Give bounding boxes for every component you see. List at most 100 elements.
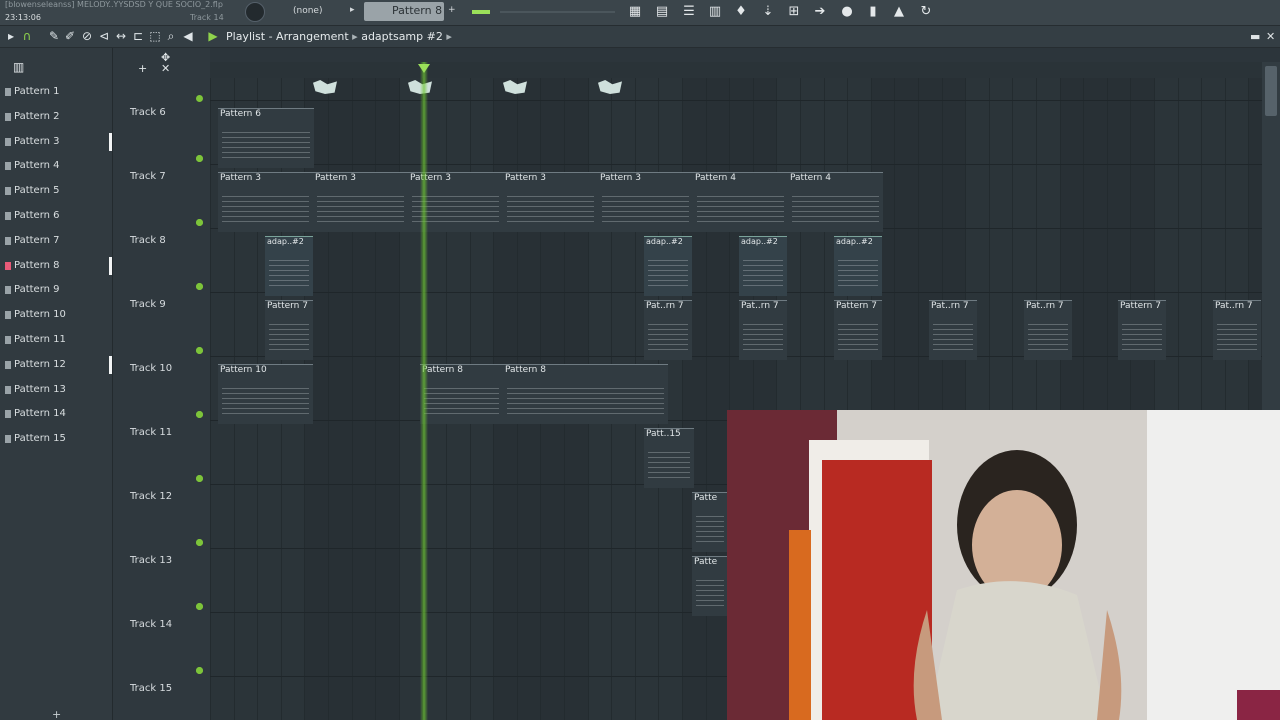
- playlist-clip[interactable]: Pat..rn 7: [644, 300, 692, 360]
- playlist-clip[interactable]: Patt..15: [644, 428, 694, 488]
- playlist-clip[interactable]: Pattern 3: [218, 172, 313, 232]
- playlist-clip[interactable]: Pattern 6: [218, 108, 314, 168]
- hat-icon[interactable]: ▲: [890, 3, 908, 21]
- playhead-marker-icon[interactable]: [418, 64, 430, 73]
- track-enable-icon[interactable]: [196, 411, 203, 418]
- track-enable-icon[interactable]: [196, 667, 203, 674]
- playlist-icon[interactable]: ▦: [626, 3, 644, 21]
- track-enable-icon[interactable]: [196, 155, 203, 162]
- playlist-clip[interactable]: Pattern 4: [788, 172, 883, 232]
- pattern-item[interactable]: Pattern 7: [2, 231, 110, 251]
- add-icon[interactable]: +: [138, 62, 147, 75]
- pattern-label: Pattern 1: [14, 86, 60, 97]
- pattern-item[interactable]: Pattern 4: [2, 156, 110, 176]
- arrow-right-icon[interactable]: ➔: [811, 3, 829, 21]
- playlist-clip[interactable]: Patte: [692, 556, 728, 616]
- playlist-clip[interactable]: Pattern 3: [503, 172, 598, 232]
- playlist-clip[interactable]: adap..#2: [265, 236, 313, 296]
- playlist-clip[interactable]: Pattern 7: [1118, 300, 1166, 360]
- slice-icon[interactable]: ⊏: [131, 29, 145, 43]
- playlist-clip[interactable]: Pattern 8: [420, 364, 503, 424]
- pencil-icon[interactable]: ✎: [47, 29, 61, 43]
- playlist-toolbar: ▸ ∩ ✎ ✐ ⊘ ⊲ ↔ ⊏ ⬚ ⌕ ◀ ▶ Playlist - Arran…: [0, 26, 1280, 48]
- playlist-clip[interactable]: Pattern 7: [834, 300, 882, 360]
- piano-roll-icon[interactable]: ▤: [653, 3, 671, 21]
- channel-rack-icon[interactable]: ▥: [706, 3, 724, 21]
- track-enable-icon[interactable]: [196, 283, 203, 290]
- pattern-item[interactable]: Pattern 9: [2, 280, 110, 300]
- delete-icon[interactable]: ⊘: [80, 29, 94, 43]
- track-enable-icon[interactable]: [196, 347, 203, 354]
- add-track-icon[interactable]: +: [52, 708, 61, 720]
- pattern-item[interactable]: Pattern 6: [2, 206, 110, 226]
- track-enable-icon[interactable]: [196, 95, 203, 102]
- picker-icon[interactable]: ▥: [13, 60, 24, 74]
- file-icon[interactable]: ▮: [864, 3, 882, 21]
- brush-icon[interactable]: ✐: [63, 29, 77, 43]
- minimize-icon[interactable]: ▬: [1250, 30, 1260, 43]
- fl-studio-window: { "window":{"title":"[blowenseleanss] ME…: [0, 0, 1280, 720]
- pattern-icon: [5, 286, 11, 295]
- play-icon[interactable]: ▶: [206, 29, 220, 43]
- close-icon[interactable]: ✕: [1266, 30, 1275, 43]
- move-icon[interactable]: ✥: [161, 51, 170, 64]
- playlist-clip[interactable]: Patte: [692, 492, 728, 552]
- pattern-label: Pattern 3: [14, 135, 60, 147]
- pattern-item[interactable]: Pattern 5: [2, 181, 110, 201]
- pattern-label: Pattern 9: [14, 284, 60, 296]
- pattern-item[interactable]: Pattern 15: [2, 429, 110, 449]
- vertical-scrollbar[interactable]: [1262, 62, 1280, 410]
- pattern-item[interactable]: Pattern 11: [2, 330, 110, 350]
- playhead[interactable]: [420, 62, 428, 720]
- preset-selector[interactable]: (none): [293, 6, 322, 16]
- pattern-item[interactable]: Pattern 14: [2, 404, 110, 424]
- playlist-clip[interactable]: Pattern 4: [693, 172, 788, 232]
- pattern-item[interactable]: Pattern 8: [2, 256, 112, 276]
- slip-icon[interactable]: ↔: [114, 29, 128, 43]
- playlist-clip[interactable]: Pattern 10: [218, 364, 313, 424]
- playlist-clip[interactable]: Pattern 8: [503, 364, 668, 424]
- pattern-item[interactable]: Pattern 10: [2, 305, 110, 325]
- playlist-clip[interactable]: Pat..rn 7: [929, 300, 977, 360]
- playlist-clip[interactable]: Pattern 3: [598, 172, 693, 232]
- refresh-icon[interactable]: ↻: [917, 3, 935, 21]
- playlist-clip[interactable]: Pattern 3: [313, 172, 408, 232]
- tempo-slider[interactable]: [472, 10, 490, 14]
- breadcrumb-clip[interactable]: adaptsamp #2: [361, 30, 443, 43]
- track-enable-icon[interactable]: [196, 603, 203, 610]
- playlist-clip[interactable]: Pat..rn 7: [739, 300, 787, 360]
- playlist-clip[interactable]: Pattern 7: [265, 300, 313, 360]
- tree-icon[interactable]: ⊞: [785, 3, 803, 21]
- pattern-item[interactable]: Pattern 2: [2, 107, 110, 127]
- mute-icon[interactable]: ⊲: [97, 29, 111, 43]
- plugin-icon[interactable]: ♦: [732, 3, 750, 21]
- playlist-clip[interactable]: adap..#2: [834, 236, 882, 296]
- arrow-icon[interactable]: ▸: [4, 29, 18, 43]
- play-arrow-icon[interactable]: ▸: [350, 5, 355, 15]
- microphone-icon[interactable]: ●: [838, 3, 856, 21]
- pattern-active-bar: [109, 355, 112, 374]
- pattern-item[interactable]: Pattern 13: [2, 380, 110, 400]
- zoom-icon[interactable]: ⌕: [164, 29, 178, 44]
- pattern-item[interactable]: Pattern 1: [2, 82, 110, 102]
- playlist-clip[interactable]: Pat..rn 7: [1213, 300, 1261, 360]
- select-icon[interactable]: ⬚: [148, 29, 162, 43]
- magnet-icon[interactable]: ∩: [20, 29, 34, 43]
- add-pattern-button[interactable]: +: [448, 5, 456, 15]
- track-enable-icon[interactable]: [196, 475, 203, 482]
- playlist-clip[interactable]: Pat..rn 7: [1024, 300, 1072, 360]
- track-enable-icon[interactable]: [196, 539, 203, 546]
- playlist-clip[interactable]: adap..#2: [739, 236, 787, 296]
- pattern-item[interactable]: Pattern 12: [2, 355, 112, 375]
- pattern-item[interactable]: Pattern 3: [2, 132, 112, 152]
- song-position-slider[interactable]: [500, 11, 615, 13]
- speaker-icon[interactable]: ◀: [181, 29, 195, 43]
- track-header[interactable]: Track 15: [130, 683, 210, 720]
- track-enable-icon[interactable]: [196, 219, 203, 226]
- playlist-clip[interactable]: adap..#2: [644, 236, 692, 296]
- browser-icon[interactable]: ⇣: [759, 3, 777, 21]
- clip-label: Pattern 4: [695, 173, 736, 183]
- master-volume-knob[interactable]: [245, 2, 265, 22]
- mixer-icon[interactable]: ☰: [680, 3, 698, 21]
- pattern-selector[interactable]: Pattern 8: [364, 2, 444, 21]
